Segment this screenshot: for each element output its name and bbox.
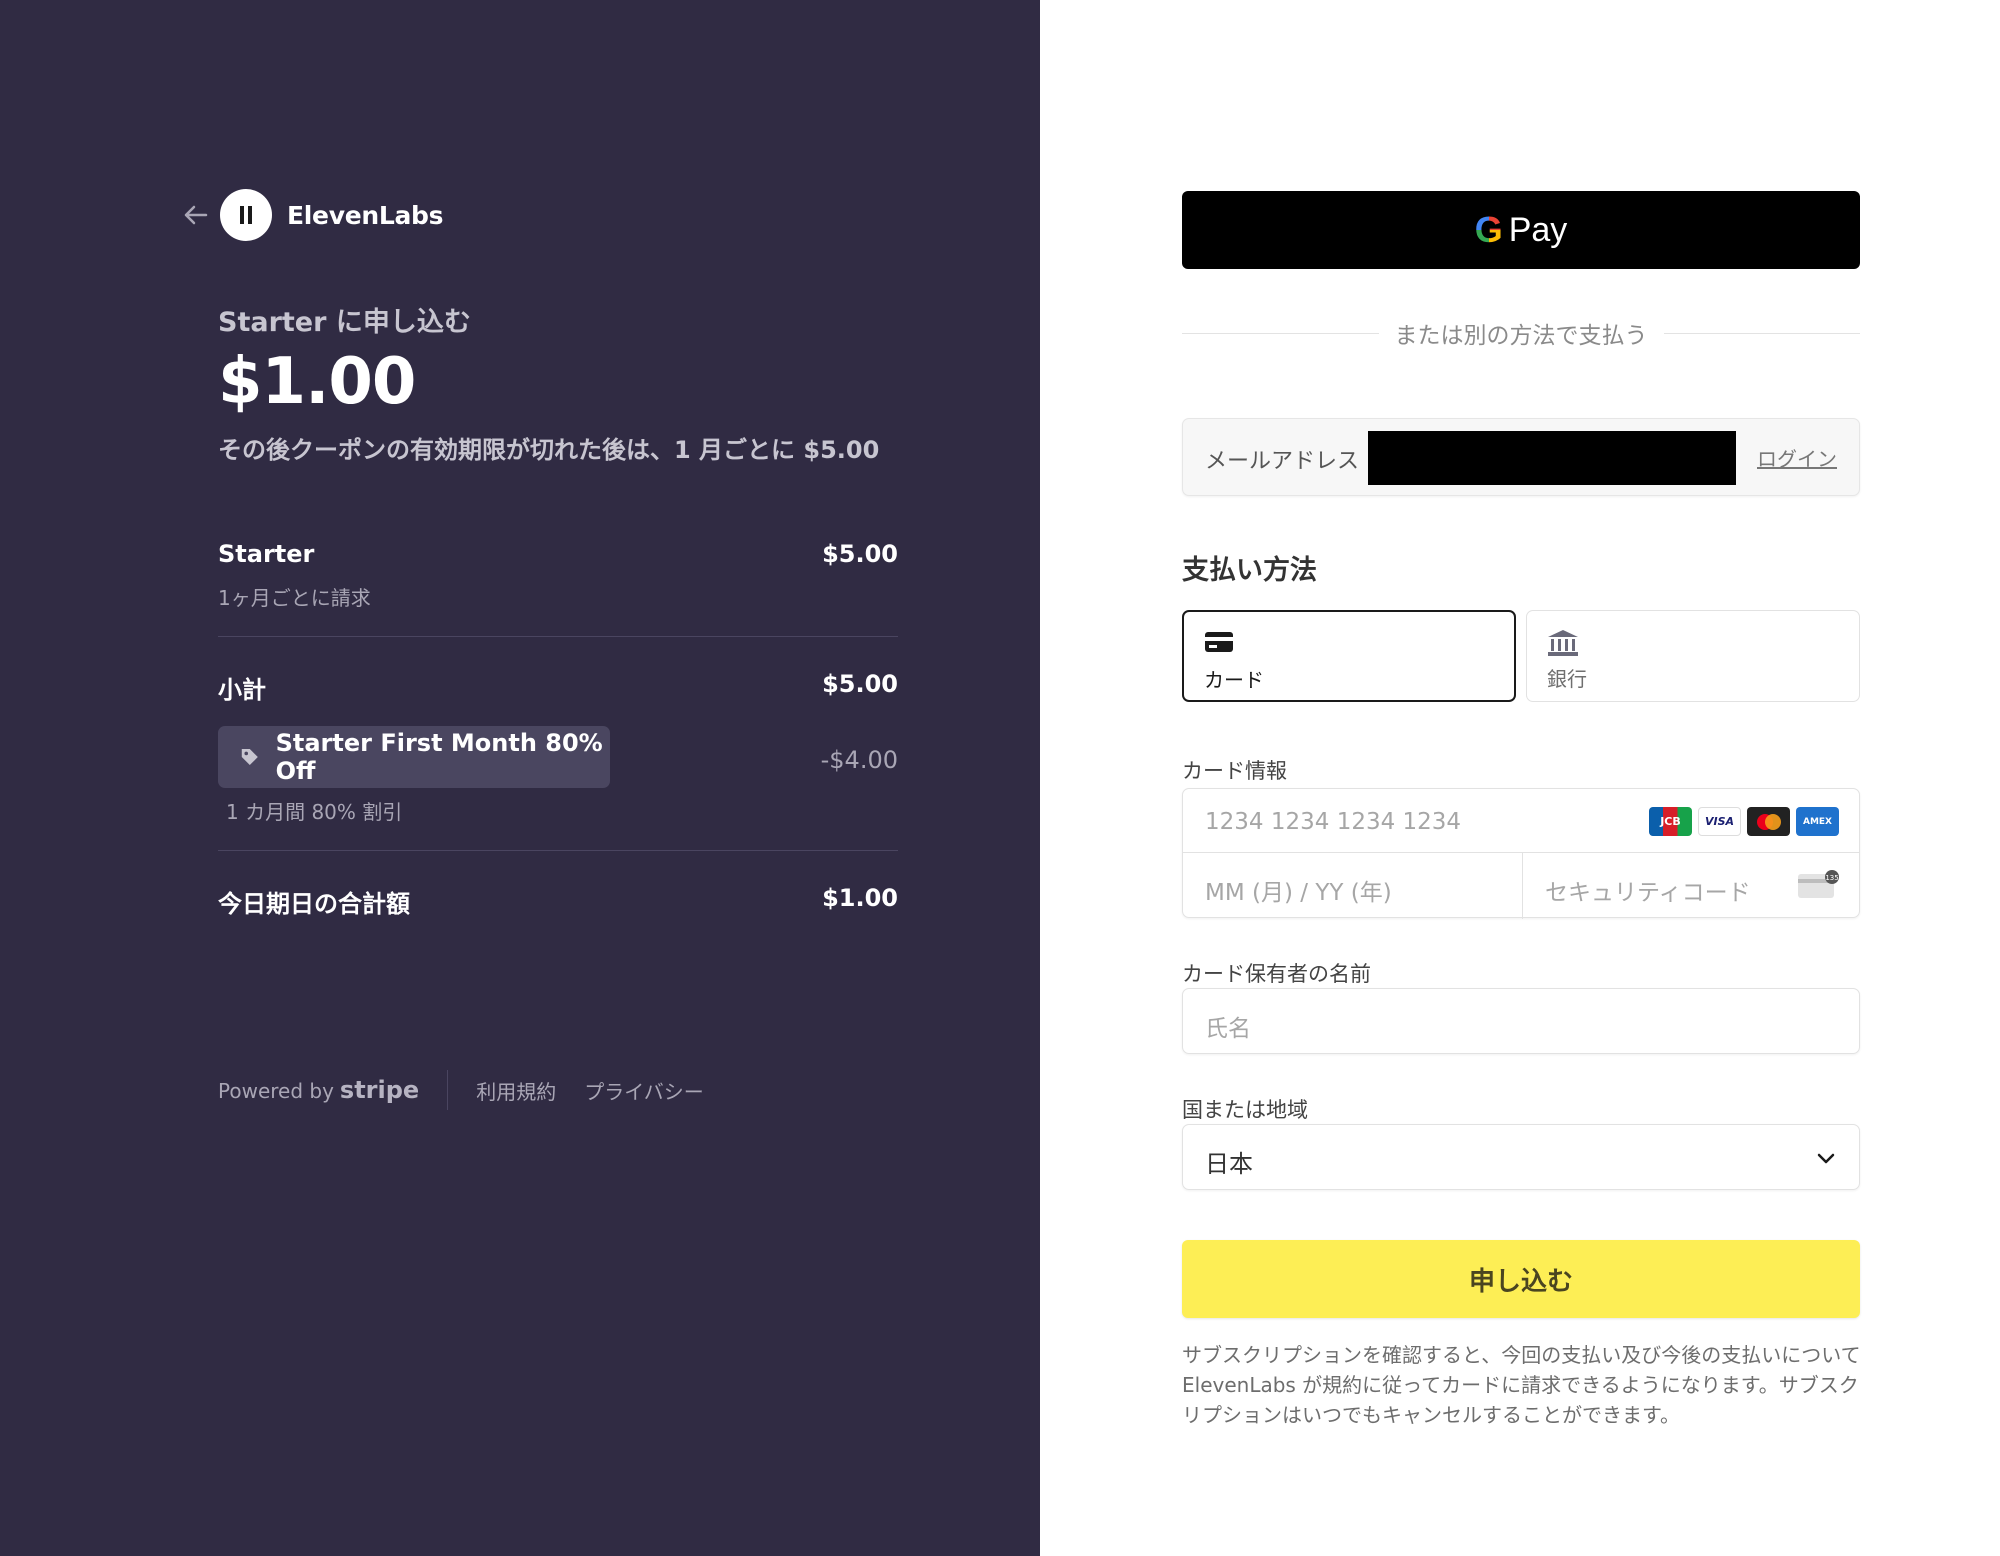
stripe-logo: stripe [339, 1076, 420, 1104]
price-after-coupon-text: その後クーポンの有効期限が切れた後は、1 月ごとに $5.00 [218, 436, 880, 464]
jcb-icon: JCB [1649, 807, 1692, 836]
plan-line-item: Starter 1ヶ月ごとに請求 $5.00 [218, 540, 898, 611]
payment-method-title: 支払い方法 [1182, 555, 1317, 586]
legal-text: サブスクリプションを確認すると、今回の支払い及び今後の支払いについて Eleve… [1182, 1343, 1861, 1427]
google-pay-button[interactable]: G Pay [1182, 191, 1860, 269]
subscribe-button[interactable]: 申し込む [1182, 1240, 1860, 1318]
plan-billing-period: 1ヶ月ごとに請求 [218, 586, 371, 610]
amex-icon: AMEX [1796, 807, 1839, 836]
email-value-redacted [1368, 431, 1736, 485]
divider [218, 850, 898, 851]
card-number-placeholder: 1234 1234 1234 1234 [1205, 809, 1462, 835]
total-amount: $1.00 [822, 884, 898, 912]
privacy-link[interactable]: プライバシー [584, 1076, 704, 1105]
powered-by-label: Powered by [218, 1079, 334, 1103]
total-label: 今日期日の合計額 [218, 890, 410, 918]
bank-icon [1548, 630, 1578, 656]
tab-card-label: カード [1204, 668, 1264, 692]
coupon-label: Starter First Month 80% Off [275, 729, 603, 785]
plan-name: Starter [218, 540, 315, 568]
credit-card-icon [1205, 632, 1233, 652]
cardholder-label: カード保有者の名前 [1182, 962, 1371, 986]
visa-icon: VISA [1698, 807, 1741, 836]
card-brands: JCB VISA AMEX [1649, 807, 1839, 836]
card-info-group: 1234 1234 1234 1234 JCB VISA AMEX MM (月)… [1182, 788, 1861, 919]
expiry-input[interactable]: MM (月) / YY (年) [1183, 853, 1523, 919]
coupon-description: 1 カ月間 80% 割引 [226, 800, 403, 824]
email-label: メールアドレス [1205, 449, 1360, 474]
merchant-header: ElevenLabs [178, 189, 444, 241]
card-info-label: カード情報 [1182, 759, 1287, 783]
elevenlabs-logo-icon [220, 189, 272, 241]
cardholder-placeholder: 氏名 [1205, 1016, 1251, 1042]
cvc-card-icon: 135 [1798, 870, 1839, 898]
powered-by-stripe[interactable]: Powered by stripe [218, 1076, 419, 1104]
order-summary-panel: ElevenLabs Starter に申し込む $1.00 その後クーポンの有… [0, 0, 1040, 1556]
tag-icon [241, 748, 258, 766]
expiry-placeholder: MM (月) / YY (年) [1205, 880, 1392, 906]
total-price: $1.00 [218, 345, 416, 419]
tab-bank[interactable]: 銀行 [1526, 610, 1860, 702]
subtotal-label: 小計 [218, 676, 266, 704]
gpay-pay-label: Pay [1508, 210, 1568, 249]
subtotal-amount: $5.00 [822, 670, 898, 698]
subscribe-button-label: 申し込む [1468, 1266, 1573, 1297]
divider [218, 636, 898, 637]
terms-link[interactable]: 利用規約 [476, 1076, 556, 1105]
mastercard-icon [1747, 807, 1790, 836]
total-row: 今日期日の合計額 $1.00 [218, 884, 898, 919]
footer-separator [447, 1070, 449, 1110]
coupon-badge: Starter First Month 80% Off [218, 726, 610, 788]
tab-bank-label: 銀行 [1547, 667, 1587, 691]
country-select[interactable]: 日本 [1182, 1124, 1860, 1190]
footer: Powered by stripe 利用規約 プライバシー [218, 1070, 732, 1110]
country-value: 日本 [1205, 1150, 1253, 1178]
subscribe-title: Starter に申し込む [218, 307, 471, 338]
chevron-down-icon [1817, 1153, 1835, 1164]
google-g-icon: G [1474, 209, 1503, 250]
login-link[interactable]: ログイン [1757, 443, 1837, 472]
coupon-amount: -$4.00 [820, 746, 898, 774]
subtotal-row: 小計 $5.00 [218, 670, 898, 705]
tab-card[interactable]: カード [1182, 610, 1516, 702]
cardholder-name-input[interactable]: 氏名 [1182, 988, 1860, 1054]
country-label: 国または地域 [1182, 1098, 1308, 1122]
back-arrow-icon[interactable] [178, 197, 214, 233]
email-field[interactable]: メールアドレス ログイン [1182, 418, 1860, 496]
cvc-input[interactable]: セキュリティコード 135 [1523, 853, 1861, 919]
merchant-name: ElevenLabs [287, 200, 444, 230]
cvc-placeholder: セキュリティコード [1545, 880, 1751, 906]
checkout-form-panel: G Pay または別の方法で支払う メールアドレス ログイン 支払い方法 カード… [1040, 0, 2000, 1556]
or-text: または別の方法で支払う [1394, 323, 1648, 349]
svg-text:135: 135 [1825, 874, 1838, 882]
or-divider: または別の方法で支払う [1182, 316, 1860, 350]
card-number-input[interactable]: 1234 1234 1234 1234 JCB VISA AMEX [1183, 789, 1859, 853]
plan-amount: $5.00 [822, 540, 898, 568]
